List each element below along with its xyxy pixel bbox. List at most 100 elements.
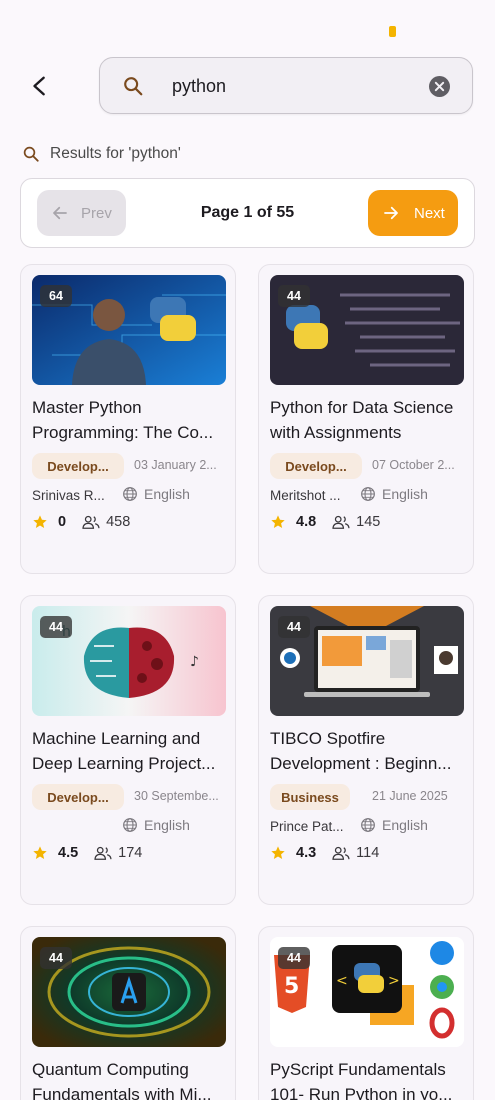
svg-text:♪: ♪	[190, 654, 199, 670]
course-thumbnail: 5 < > 44	[270, 937, 464, 1047]
search-bar[interactable]	[99, 57, 473, 114]
globe-icon	[361, 818, 375, 832]
course-card[interactable]: 44 Python for Data Science with Assignme…	[258, 264, 474, 574]
course-language: English	[360, 817, 428, 833]
lesson-count-badge: 44	[278, 616, 310, 638]
arrow-right-icon	[384, 206, 398, 220]
course-author: Meritshot ...	[270, 488, 341, 503]
language-label: English	[382, 486, 428, 502]
course-stats: 4.5 174	[32, 845, 142, 861]
category-label: Develop...	[47, 789, 109, 805]
star-icon	[33, 515, 47, 528]
course-thumbnail: 64	[32, 275, 226, 385]
rating-value: 0	[58, 514, 67, 530]
rating-value: 4.5	[58, 845, 79, 861]
lesson-count-badge: 44	[40, 947, 72, 969]
course-title: Master Python Programming: The Co...	[32, 395, 228, 445]
people-icon	[332, 515, 350, 529]
course-card[interactable]: 5 < > 44 PyScript Fundamentals 101- Run …	[258, 926, 474, 1100]
course-title: Quantum Computing Fundamentals with Mi..…	[32, 1057, 228, 1100]
course-title: TIBCO Spotfire Development : Beginn...	[270, 726, 466, 776]
svg-text:<: <	[336, 973, 348, 989]
category-label: Business	[281, 789, 339, 805]
language-label: English	[144, 486, 190, 502]
course-card[interactable]: 64 Master Python Programming: The Co... …	[20, 264, 236, 574]
clear-search-button[interactable]	[429, 76, 450, 97]
course-title: PyScript Fundamentals 101- Run Python in…	[270, 1057, 466, 1100]
lesson-count-badge: 44	[40, 616, 72, 638]
category-label: Develop...	[285, 458, 347, 474]
results-heading: Results for 'python'	[22, 145, 181, 163]
students-count: 458	[106, 514, 131, 530]
course-card[interactable]: 44 TIBCO Spotfire Development : Beginn..…	[258, 595, 474, 905]
clear-icon	[434, 81, 445, 92]
course-title-line: Deep Learning Project...	[32, 754, 216, 773]
course-stats: 4.3 114	[270, 845, 379, 861]
course-thumbnail: 44	[270, 275, 464, 385]
course-card[interactable]: h ♪ 44 Machine Learning and Deep Learnin…	[20, 595, 236, 905]
course-students: 145	[332, 514, 380, 530]
star-icon	[271, 515, 285, 528]
course-author: Prince Pat...	[270, 819, 344, 834]
course-language: English	[122, 486, 190, 502]
back-button[interactable]	[24, 70, 56, 102]
globe-icon	[361, 487, 375, 501]
language-label: English	[382, 817, 428, 833]
course-stats: 4.8 145	[270, 514, 380, 530]
rating-value: 4.3	[296, 845, 317, 861]
category-chip: Develop...	[270, 453, 362, 479]
svg-text:5: 5	[284, 974, 299, 999]
results-label-text: Results for 'python'	[50, 145, 181, 162]
people-icon	[332, 846, 350, 860]
category-label: Develop...	[47, 458, 109, 474]
course-date: 07 October 2...	[372, 458, 455, 472]
course-language: English	[360, 486, 428, 502]
students-count: 114	[356, 845, 380, 861]
course-title: Machine Learning and Deep Learning Proje…	[32, 726, 228, 776]
course-title-line: with Assignments	[270, 423, 402, 442]
course-card[interactable]: 44 Quantum Computing Fundamentals with M…	[20, 926, 236, 1100]
next-page-button[interactable]: Next	[368, 190, 458, 236]
course-title-line: Python for Data Science	[270, 398, 454, 417]
people-icon	[94, 846, 112, 860]
star-icon	[33, 846, 47, 859]
arrow-back-icon	[33, 76, 45, 96]
students-count: 174	[118, 845, 143, 861]
lesson-count-badge: 44	[278, 947, 310, 969]
course-students: 114	[332, 845, 379, 861]
pagination-bar: Prev Page 1 of 55 Next	[20, 178, 475, 248]
course-title-line: Machine Learning and	[32, 729, 201, 748]
category-chip: Develop...	[32, 453, 124, 479]
search-input[interactable]	[172, 72, 432, 100]
course-students: 458	[82, 514, 130, 530]
search-icon	[23, 146, 39, 162]
status-indicator	[389, 26, 396, 37]
people-icon	[82, 515, 100, 529]
course-title-line: Quantum Computing	[32, 1060, 189, 1079]
globe-icon	[123, 487, 137, 501]
course-thumbnail: 44	[270, 606, 464, 716]
search-icon	[124, 77, 143, 96]
course-date: 21 June 2025	[372, 789, 448, 803]
course-rating: 4.5	[32, 845, 78, 861]
course-title-line: PyScript Fundamentals	[270, 1060, 446, 1079]
lesson-count-badge: 44	[278, 285, 310, 307]
rating-value: 4.8	[296, 514, 317, 530]
course-title-line: Master Python	[32, 398, 142, 417]
language-label: English	[144, 817, 190, 833]
course-rating: 0	[32, 514, 66, 530]
course-thumbnail: h ♪ 44	[32, 606, 226, 716]
course-rating: 4.3	[270, 845, 316, 861]
course-language: English	[122, 817, 190, 833]
course-thumbnail: 44	[32, 937, 226, 1047]
course-title-line: 101- Run Python in yo...	[270, 1085, 453, 1100]
course-title-line: TIBCO Spotfire	[270, 729, 386, 748]
svg-text:>: >	[388, 973, 400, 989]
course-title-line: Development : Beginn...	[270, 754, 452, 773]
students-count: 145	[356, 514, 381, 530]
course-title-line: Programming: The Co...	[32, 423, 214, 442]
star-icon	[271, 846, 285, 859]
course-stats: 0 458	[32, 514, 130, 530]
course-title-line: Fundamentals with Mi...	[32, 1085, 212, 1100]
course-date: 03 January 2...	[134, 458, 217, 472]
